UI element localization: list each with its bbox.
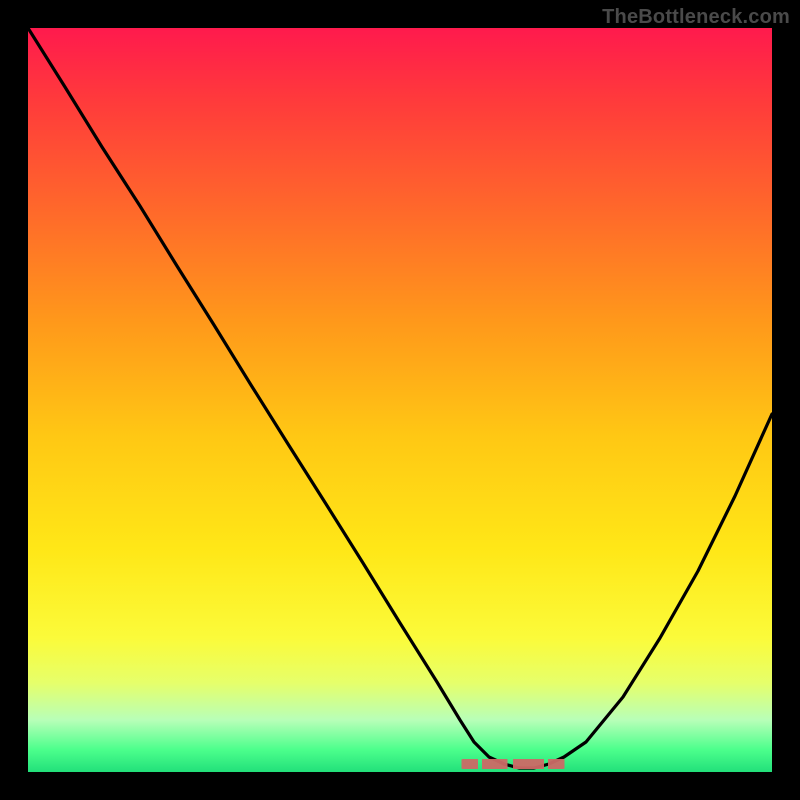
optimal-range-marker [458, 759, 568, 769]
plot-area [28, 28, 772, 772]
bottleneck-curve [28, 28, 772, 772]
chart-frame: TheBottleneck.com [0, 0, 800, 800]
watermark-text: TheBottleneck.com [602, 6, 790, 29]
curve-path [28, 28, 772, 768]
